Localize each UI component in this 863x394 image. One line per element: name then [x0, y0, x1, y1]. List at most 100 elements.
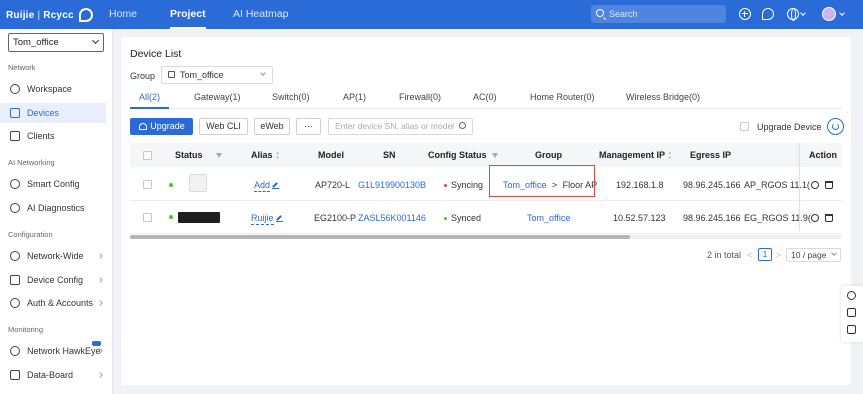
page-size-select[interactable]: 10 / page: [786, 248, 841, 262]
alias-cell[interactable]: Ruijie: [251, 213, 283, 225]
site-selector-value: Tom_office: [13, 37, 59, 48]
sidebar-item-devices[interactable]: Devices: [0, 103, 106, 123]
filter-icon[interactable]: [215, 153, 222, 158]
tab-ac[interactable]: AC(0): [473, 92, 497, 102]
nav-project[interactable]: Project: [170, 0, 206, 29]
upgrade-button[interactable]: Upgrade: [130, 118, 193, 135]
pagination-total: 2 in total: [707, 250, 742, 260]
table-header: Status Alias Model SN Config Status Grou…: [130, 143, 842, 167]
sidebar-section-network: Network: [8, 63, 36, 72]
message-icon[interactable]: [762, 8, 774, 20]
sidebar-item-label: Devices: [27, 108, 60, 118]
sort-icon[interactable]: [276, 150, 280, 160]
sidebar-item-ai-diagnostics[interactable]: AI Diagnostics: [0, 198, 106, 218]
sidebar-item-auth-accounts[interactable]: Auth & Accounts: [0, 293, 106, 313]
online-status-icon: [169, 215, 173, 219]
sidebar-item-label: Clients: [27, 131, 55, 141]
row-checkbox[interactable]: [143, 180, 152, 189]
language-globe-icon[interactable]: [787, 8, 799, 21]
nav-ai-heatmap[interactable]: AI Heatmap: [233, 0, 288, 29]
chat-support-icon[interactable]: [847, 291, 856, 300]
action-column-divider: [799, 143, 800, 231]
delete-trash-icon[interactable]: [825, 181, 833, 189]
pagination-next[interactable]: >: [776, 250, 781, 260]
group-selector[interactable]: Tom_office: [161, 66, 273, 84]
upgrade-device-checkbox[interactable]: [740, 122, 749, 131]
eweb-button[interactable]: eWeb: [254, 118, 290, 135]
clients-icon: [10, 131, 20, 141]
search-placeholder: Search: [609, 9, 638, 19]
chevron-right-icon: [97, 300, 103, 306]
device-search-placeholder: Enter device SN, alias or model: [335, 121, 455, 131]
new-badge-icon: [92, 341, 101, 346]
sidebar-item-smart-config[interactable]: Smart Config: [0, 174, 106, 194]
ai-diagnostics-icon: [10, 203, 20, 213]
reboot-clock-icon[interactable]: [811, 214, 819, 222]
sidebar-item-data-board[interactable]: Data-Board: [0, 365, 106, 385]
group-tree-icon: [168, 71, 175, 78]
global-search-input[interactable]: Search: [591, 5, 726, 23]
col-config-status[interactable]: Config Status: [428, 150, 498, 160]
language-chevron-down-icon[interactable]: [800, 10, 806, 16]
sidebar-item-label: Network HawkEye: [27, 346, 101, 356]
alias-cell[interactable]: Add: [254, 180, 280, 192]
sidebar-section-ai-networking: AI Networking: [8, 158, 55, 167]
edit-icon[interactable]: [272, 182, 280, 189]
group-highlight-box: [489, 165, 595, 197]
sidebar-item-workspace[interactable]: Workspace: [0, 79, 106, 99]
select-all-checkbox[interactable]: [143, 151, 152, 160]
delete-trash-icon[interactable]: [825, 214, 833, 222]
sidebar-item-label: Data-Board: [27, 370, 74, 380]
sidebar-item-device-config[interactable]: Device Config: [0, 270, 106, 290]
col-management-ip[interactable]: Management IP: [599, 150, 672, 160]
tab-home-router[interactable]: Home Router(0): [530, 92, 595, 102]
feedback-icon[interactable]: [847, 308, 856, 317]
add-icon[interactable]: [739, 8, 751, 20]
brand-separator: |: [37, 9, 41, 21]
horizontal-scrollbar-thumb[interactable]: [130, 235, 630, 239]
sn-link[interactable]: ZASL56K001146: [358, 213, 426, 223]
tab-gateway[interactable]: Gateway(1): [194, 92, 241, 102]
edit-icon[interactable]: [275, 215, 283, 222]
nav-home[interactable]: Home: [109, 0, 137, 29]
sidebar-item-network-hawkeye[interactable]: Network HawkEye: [0, 341, 106, 361]
sidebar-item-label: Smart Config: [27, 179, 80, 189]
sidebar-item-network-wide[interactable]: Network-Wide: [0, 246, 106, 266]
reboot-clock-icon[interactable]: [811, 181, 819, 189]
devices-icon: [10, 108, 20, 118]
gateway-device-image: [178, 212, 220, 223]
hawkeye-icon: [10, 346, 20, 356]
more-button[interactable]: ···: [296, 118, 321, 135]
sort-icon[interactable]: [668, 150, 672, 160]
chevron-right-icon: [97, 372, 103, 378]
row-checkbox[interactable]: [143, 213, 152, 222]
tab-all[interactable]: All(2): [129, 92, 170, 109]
group-root-link[interactable]: Tom_office: [527, 213, 570, 223]
egress-ip-cell: 98.96.245.166: [683, 213, 741, 223]
tab-firewall[interactable]: Firewall(0): [399, 92, 441, 102]
pagination-prev[interactable]: <: [747, 250, 752, 260]
tab-wireless-bridge[interactable]: Wireless Bridge(0): [626, 92, 700, 102]
web-cli-button[interactable]: Web CLI: [199, 118, 248, 135]
sidebar-item-clients[interactable]: Clients: [0, 126, 106, 146]
refresh-icon[interactable]: [827, 118, 844, 135]
tab-switch[interactable]: Switch(0): [272, 92, 310, 102]
chevron-down-icon: [91, 36, 100, 45]
search-icon: [596, 9, 604, 17]
tab-ap[interactable]: AP(1): [343, 92, 366, 102]
pagination-current-page[interactable]: 1: [758, 248, 772, 261]
col-status[interactable]: Status: [175, 150, 222, 160]
page-size-value: 10 / page: [791, 250, 827, 260]
col-model: Model: [318, 150, 344, 160]
user-chevron-down-icon[interactable]: [839, 10, 845, 16]
device-search-input[interactable]: Enter device SN, alias or model: [328, 118, 473, 135]
site-selector[interactable]: Tom_office: [8, 33, 104, 52]
filter-icon[interactable]: [491, 153, 498, 158]
table-row: Ruijie EG2100-P ZASL56K001146 Synced Tom…: [130, 201, 842, 234]
user-avatar[interactable]: [822, 7, 836, 21]
upgrade-button-label: Upgrade: [150, 121, 185, 131]
clipboard-icon[interactable]: [847, 325, 856, 334]
col-alias[interactable]: Alias: [251, 150, 280, 160]
brand-logo[interactable]: Ruijie | Rcycc: [6, 7, 93, 23]
sn-link[interactable]: G1L919900130B: [358, 180, 426, 190]
